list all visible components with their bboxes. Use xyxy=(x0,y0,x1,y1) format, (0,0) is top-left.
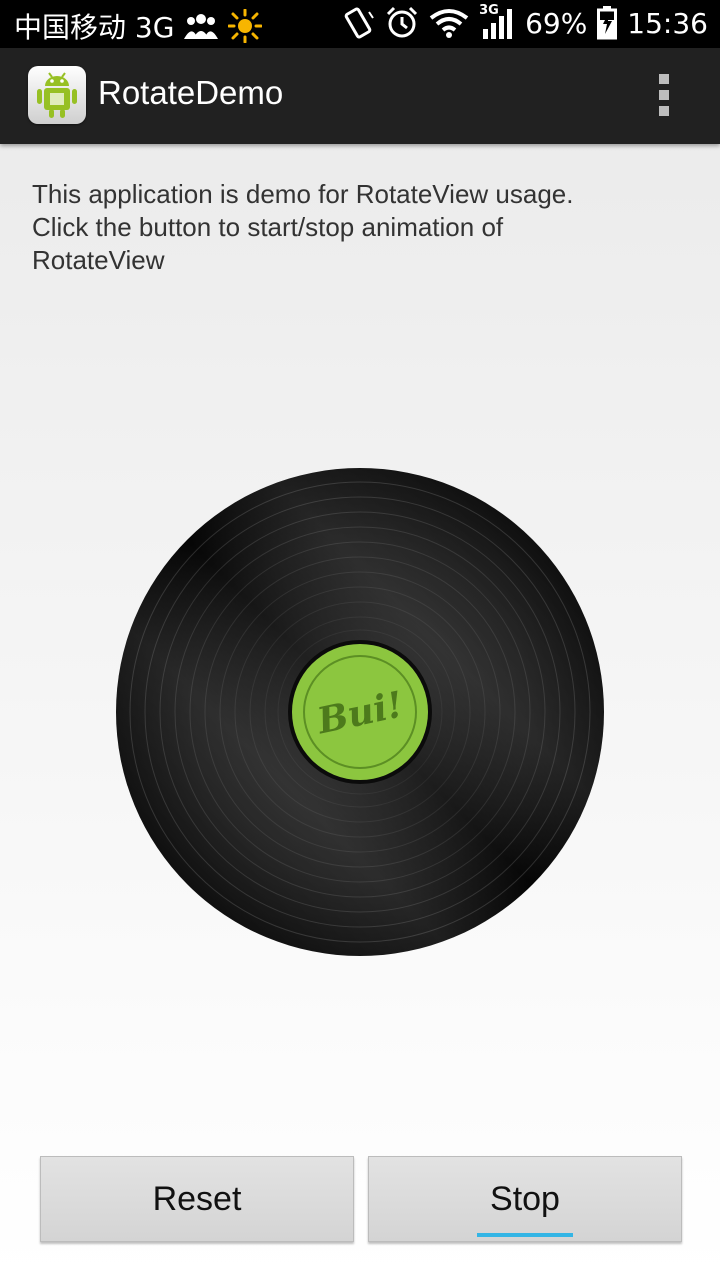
battery-percent: 69% xyxy=(525,6,588,40)
people-icon xyxy=(184,11,219,41)
overflow-menu-icon[interactable] xyxy=(652,74,676,120)
alarm-icon xyxy=(385,6,419,40)
status-bar: 中国移动 3G 3G 69% 15:36 xyxy=(0,0,720,48)
stop-button-label: Stop xyxy=(490,1179,560,1218)
carrier-text: 中国移动 3G xyxy=(14,11,175,44)
reset-button-label: Reset xyxy=(152,1179,242,1218)
reset-button[interactable]: Reset xyxy=(40,1156,354,1242)
battery-charging-icon xyxy=(597,6,618,40)
android-app-icon[interactable] xyxy=(28,66,86,124)
wifi-icon xyxy=(429,8,469,38)
clock-time: 15:36 xyxy=(627,6,708,40)
focus-indicator xyxy=(477,1233,573,1237)
app-title: RotateDemo xyxy=(98,74,284,111)
rotation-icon xyxy=(343,6,375,40)
sun-icon xyxy=(228,9,263,43)
action-bar: RotateDemo xyxy=(0,48,720,144)
rotate-view[interactable]: Bui! xyxy=(115,467,605,957)
signal-icon: 3G xyxy=(479,3,515,39)
stop-button[interactable]: Stop xyxy=(368,1156,682,1242)
network-type-label: 3G xyxy=(479,3,499,18)
vinyl-record-icon: Bui! xyxy=(116,468,604,956)
description-text: This application is demo for RotateView … xyxy=(32,179,574,275)
